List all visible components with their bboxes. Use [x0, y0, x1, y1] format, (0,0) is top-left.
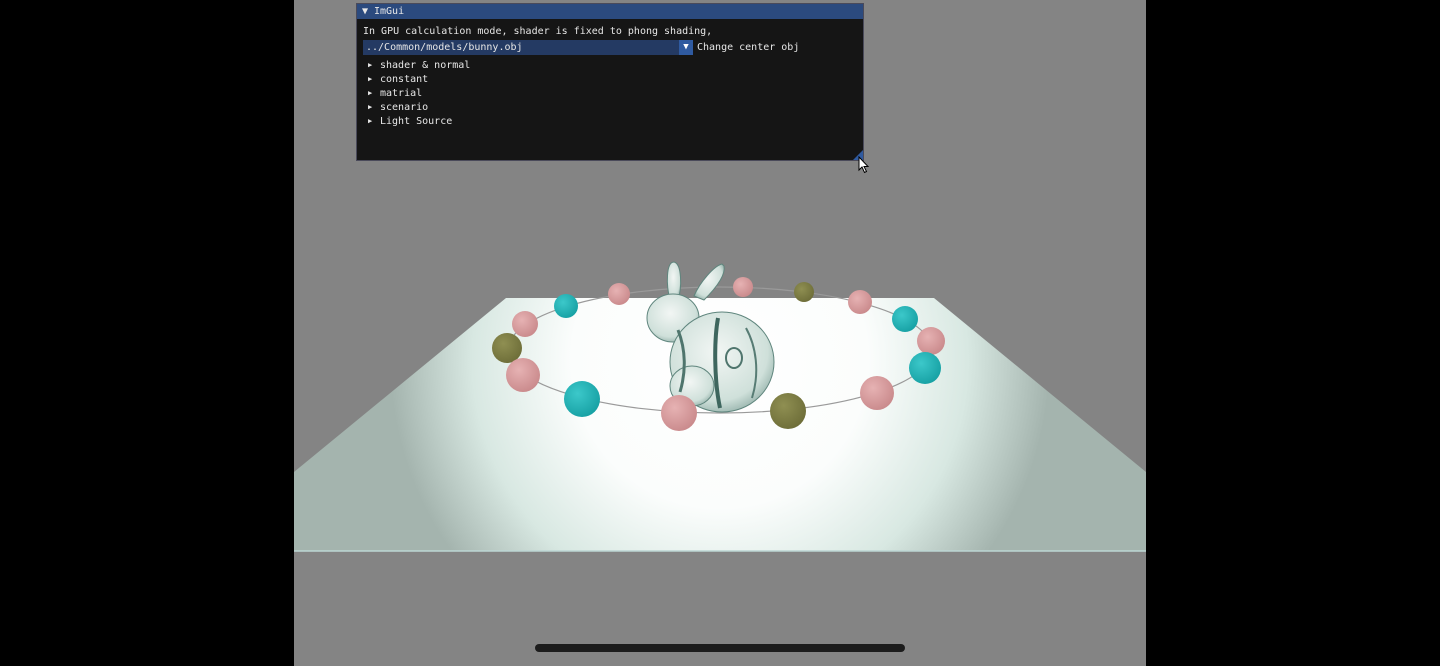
home-indicator[interactable]: [535, 644, 905, 652]
light-sphere: [506, 358, 540, 392]
light-sphere: [733, 277, 753, 297]
triangle-right-icon: ▶: [368, 117, 373, 125]
light-sphere: [608, 283, 630, 305]
light-sphere: [892, 306, 918, 332]
light-sphere: [909, 352, 941, 384]
triangle-down-icon[interactable]: ▼: [362, 4, 374, 19]
tree-node-label: shader & normal: [380, 60, 471, 71]
info-text: In GPU calculation mode, shader is fixed…: [363, 26, 713, 37]
triangle-right-icon: ▶: [368, 75, 373, 83]
mouse-pointer-icon: [858, 156, 870, 174]
imgui-window[interactable]: ▼ ImGui In GPU calculation mode, shader i…: [356, 3, 864, 161]
window-title: ImGui: [374, 6, 405, 17]
light-sphere: [512, 311, 538, 337]
light-sphere: [554, 294, 578, 318]
light-sphere: [492, 333, 522, 363]
tree-node-label: constant: [380, 74, 429, 85]
tree-node-label: Light Source: [380, 116, 453, 127]
light-sphere: [917, 327, 945, 355]
tree-node-constant[interactable]: ▶ constant: [368, 72, 428, 87]
window-titlebar[interactable]: ▼ ImGui: [357, 4, 863, 19]
light-sphere: [860, 376, 894, 410]
light-sphere: [794, 282, 814, 302]
tree-node-matrial[interactable]: ▶ matrial: [368, 86, 422, 101]
light-sphere: [564, 381, 600, 417]
tree-node-light-source[interactable]: ▶ Light Source: [368, 114, 452, 129]
triangle-right-icon: ▶: [368, 89, 373, 97]
light-sphere: [661, 395, 697, 431]
combo-label: Change center obj: [697, 42, 800, 53]
model-combo[interactable]: ../Common/models/bunny.obj: [363, 40, 693, 55]
render-viewport[interactable]: ▼ ImGui In GPU calculation mode, shader i…: [294, 0, 1146, 666]
triangle-right-icon: ▶: [368, 103, 373, 111]
tree-node-scenario[interactable]: ▶ scenario: [368, 100, 428, 115]
combo-arrow-icon[interactable]: ▼: [679, 40, 693, 55]
light-sphere: [770, 393, 806, 429]
tree-node-label: matrial: [380, 88, 423, 99]
triangle-right-icon: ▶: [368, 61, 373, 69]
light-sphere: [848, 290, 872, 314]
tree-node-label: scenario: [380, 102, 429, 113]
tree-node-shader-normal[interactable]: ▶ shader & normal: [368, 58, 470, 73]
